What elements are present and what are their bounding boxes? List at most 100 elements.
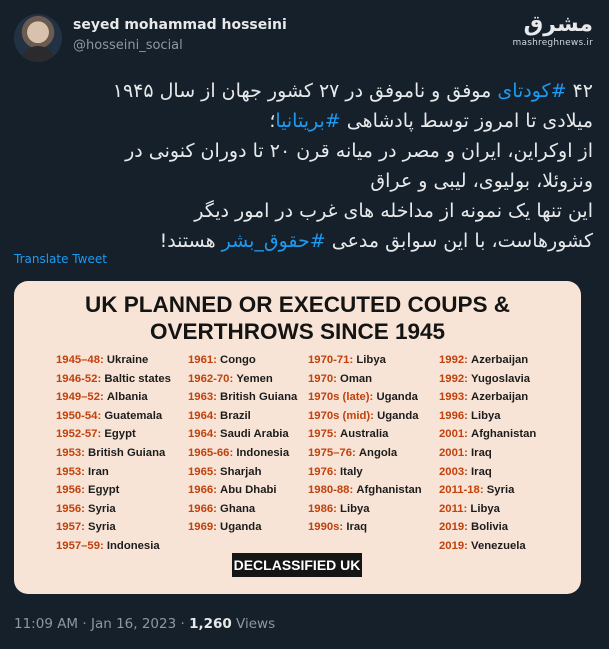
coup-entry: 1965: Sharjah (188, 463, 297, 482)
tweet-date[interactable]: Jan 16, 2023 (91, 616, 176, 632)
image-title: UK PLANNED OR EXECUTED COUPS & OVERTHROW… (84, 292, 511, 344)
coup-country: Libya (340, 502, 370, 515)
tweet-image[interactable]: UK PLANNED OR EXECUTED COUPS & OVERTHROW… (14, 281, 581, 594)
coup-entry: 2019: Venezuela (439, 537, 536, 556)
coup-entry: 1962-70: Yemen (188, 370, 297, 389)
coup-entry: 1992: Yugoslavia (439, 370, 536, 389)
coup-entry: 1980-88: Afghanistan (308, 481, 422, 500)
coup-entry: 1953: British Guiana (56, 444, 171, 463)
views-count: 1,260 (189, 616, 232, 632)
coup-entry: 1956: Egypt (56, 481, 171, 500)
coup-year: 1962-70: (188, 372, 234, 385)
coup-country: Libya (471, 409, 501, 422)
coup-year: 1990s: (308, 521, 344, 534)
coup-year: 2003: (439, 465, 468, 478)
tweet-meta: 11:09 AM · Jan 16, 2023 · 1,260 Views (14, 616, 276, 632)
coup-entry: 1986: Libya (308, 500, 422, 519)
coup-year: 1956: (56, 484, 85, 497)
coup-country: Oman (340, 372, 373, 385)
translate-tweet-link[interactable]: Translate Tweet (14, 252, 107, 266)
coup-country: Syria (88, 521, 116, 534)
coup-entry: 1969: Uganda (188, 518, 297, 537)
coup-entry: 1963: British Guiana (188, 388, 297, 407)
coup-country: Iran (88, 465, 109, 478)
hashtag-human-rights[interactable]: #حقوق_بشر (222, 230, 326, 252)
hashtag-coup[interactable]: #کودتای (497, 80, 566, 102)
coup-entry: 1970: Oman (308, 370, 422, 389)
coup-country: Australia (340, 428, 389, 441)
coup-entry: 2011-18: Syria (439, 481, 536, 500)
coup-entry: 1993: Azerbaijan (439, 388, 536, 407)
coup-country: Baltic states (104, 372, 171, 385)
coup-entry: 1966: Abu Dhabi (188, 481, 297, 500)
coup-entry: 2001: Iraq (439, 444, 536, 463)
user-handle[interactable]: @hosseini_social (73, 38, 183, 53)
coup-year: 2001: (439, 428, 468, 441)
coup-country: Italy (340, 465, 363, 478)
coup-year: 1980-88: (308, 484, 354, 497)
coup-year: 1945–48: (56, 354, 104, 366)
coup-country: British Guiana (88, 446, 166, 459)
coup-year: 1970-71: (308, 354, 354, 366)
avatar[interactable] (14, 14, 62, 62)
watermark-url: mashreghnews.ir (512, 38, 593, 48)
coup-year: 1975: (308, 428, 337, 441)
coup-year: 1964: (188, 409, 217, 422)
coup-entry: 1970s (mid): Uganda (308, 407, 422, 426)
coup-country: Bolivia (471, 521, 509, 534)
coup-country: British Guiana (220, 391, 298, 404)
coup-year: 2019: (439, 521, 468, 534)
coup-year: 1965-66: (188, 446, 234, 459)
coup-entry: 1970-71: Libya (308, 351, 422, 370)
coup-country: Venezuela (471, 539, 526, 552)
coup-year: 1952-57: (56, 428, 102, 441)
display-name[interactable]: seyed mohammad hosseini (73, 17, 287, 33)
coup-year: 1953: (56, 446, 85, 459)
coup-entry: 1970s (late): Uganda (308, 388, 422, 407)
coup-country: Iraq (346, 521, 368, 534)
coup-entry: 2003: Iraq (439, 463, 536, 482)
coup-country: Uganda (377, 409, 419, 422)
coup-year: 1963: (188, 391, 217, 404)
coup-country: Egypt (88, 484, 120, 497)
coup-year: 1949–52: (56, 391, 104, 404)
tweet-time[interactable]: 11:09 AM (14, 616, 78, 632)
coup-entry: 1992: Azerbaijan (439, 351, 536, 370)
coup-country: Iraq (471, 465, 492, 478)
coup-column-3: 1970-71: Libya 1970: Oman 1970s (late): Ug… (308, 351, 422, 537)
coup-entry: 1961: Congo (188, 351, 297, 370)
coup-country: Congo (220, 354, 256, 366)
coup-entry: 1952-57: Egypt (56, 425, 171, 444)
coup-entry: 1946-52: Baltic states (56, 370, 171, 389)
coup-entry: 1956: Syria (56, 500, 171, 519)
coup-country: Indonesia (106, 539, 160, 552)
coup-year: 2001: (439, 446, 468, 459)
coup-year: 1961: (188, 354, 217, 366)
coup-entry: 1966: Ghana (188, 500, 297, 519)
coup-year: 1964: (188, 428, 217, 441)
coup-country: Azerbaijan (471, 354, 529, 366)
coup-column-2: 1961: Congo 1962-70: Yemen 1963: British G… (188, 351, 297, 537)
coup-country: Saudi Arabia (220, 428, 289, 441)
coup-column-1: 1945–48: Ukraine 1946-52: Baltic states 19… (56, 351, 171, 556)
coup-year: 1986: (308, 502, 337, 515)
coup-country: Indonesia (236, 446, 290, 459)
hashtag-britain[interactable]: #بریتانیا (275, 110, 340, 132)
coup-entry: 1976: Italy (308, 463, 422, 482)
coup-year: 1956: (56, 502, 85, 515)
coup-year: 1992: (439, 354, 468, 366)
coup-year: 1966: (188, 502, 217, 515)
coup-country: Brazil (220, 409, 251, 422)
coup-entry: 1945–48: Ukraine (56, 351, 171, 370)
coup-year: 1992: (439, 372, 468, 385)
coup-entry: 2019: Bolivia (439, 518, 536, 537)
coup-entry: 1964: Brazil (188, 407, 297, 426)
coup-year: 1957: (56, 521, 85, 534)
coup-country: Egypt (104, 428, 136, 441)
watermark-logo: مشرق mashreghnews.ir (513, 12, 593, 48)
coup-year: 1957–59: (56, 539, 104, 552)
coup-country: Syria (88, 502, 116, 515)
coup-country: Ghana (220, 502, 256, 515)
coup-entry: 1949–52: Albania (56, 388, 171, 407)
coup-year: 1965: (188, 465, 217, 478)
